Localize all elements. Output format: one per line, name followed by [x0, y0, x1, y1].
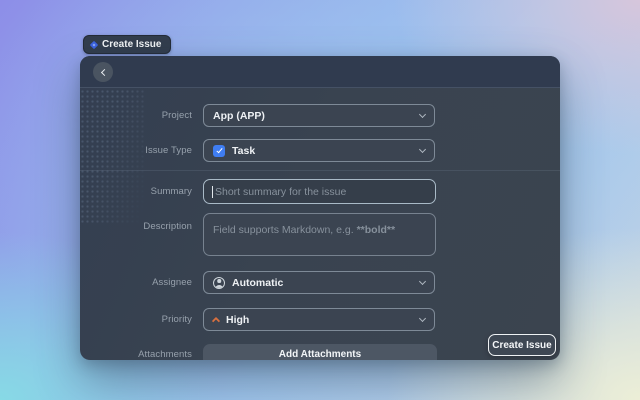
issue-type-label: Issue Type	[145, 145, 192, 156]
priority-select[interactable]: High	[203, 308, 435, 331]
assignee-value: Automatic	[232, 276, 284, 289]
create-issue-tab-label: Create Issue	[102, 39, 162, 50]
diamond-icon	[89, 40, 99, 49]
project-select[interactable]: App (APP)	[203, 104, 435, 127]
issue-type-select[interactable]: Task	[203, 139, 435, 162]
description-label: Description	[143, 220, 192, 232]
assignee-label: Assignee	[152, 277, 192, 288]
priority-high-icon	[211, 316, 221, 326]
create-issue-dialog: Project App (APP) Issue Type Task Summar…	[80, 56, 560, 360]
add-attachments-button[interactable]: Add Attachments	[203, 344, 437, 360]
attachments-label: Attachments	[138, 348, 192, 360]
project-value: App (APP)	[213, 109, 265, 122]
summary-label: Summary	[150, 186, 192, 197]
back-button[interactable]	[93, 62, 113, 82]
create-issue-tab[interactable]: Create Issue	[83, 35, 172, 54]
project-label: Project	[161, 110, 192, 121]
priority-value: High	[226, 313, 250, 326]
person-icon	[213, 276, 225, 289]
description-textarea[interactable]: Field supports Markdown, e.g. **bold**	[203, 213, 436, 256]
summary-input[interactable]: Short summary for the issue	[203, 179, 436, 204]
section-divider	[80, 170, 560, 171]
create-issue-button[interactable]: Create Issue	[488, 334, 556, 356]
chevron-down-icon	[418, 145, 427, 153]
chevron-left-icon	[100, 68, 108, 76]
task-checkbox-icon	[213, 144, 225, 157]
priority-label: Priority	[161, 314, 192, 325]
text-caret	[212, 185, 213, 198]
chevron-down-icon	[418, 277, 427, 285]
dialog-header	[80, 56, 560, 88]
chevron-down-icon	[418, 314, 427, 322]
description-placeholder: Field supports Markdown, e.g. **bold**	[213, 224, 396, 236]
assignee-select[interactable]: Automatic	[203, 271, 435, 294]
chevron-down-icon	[418, 110, 427, 118]
summary-placeholder: Short summary for the issue	[215, 185, 347, 198]
issue-type-value: Task	[232, 144, 256, 157]
